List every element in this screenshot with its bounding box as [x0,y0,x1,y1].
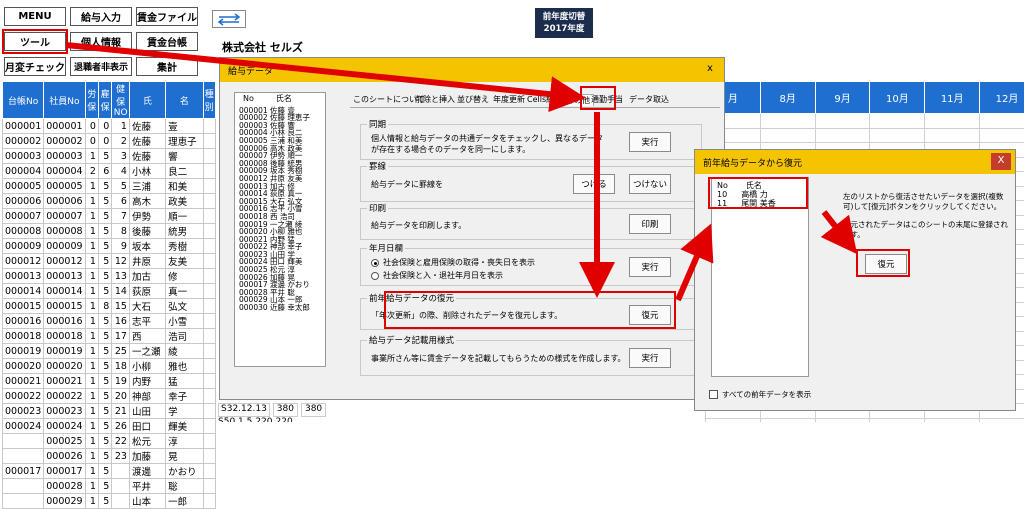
table-cell[interactable]: 1 [85,494,98,509]
table-cell[interactable]: 22 [112,434,130,449]
table-cell[interactable] [112,494,130,509]
table-row[interactable]: 0000261523加藤晃 [3,449,216,464]
table-cell[interactable]: 000029 [44,494,85,509]
annotation-arrows [0,0,1024,422]
table-cell[interactable] [3,494,44,509]
table-cell[interactable] [203,494,215,509]
table-cell[interactable] [203,434,215,449]
table-cell[interactable] [3,449,44,464]
table-cell[interactable]: 一郎 [166,494,203,509]
table-cell[interactable]: 1 [85,479,98,494]
table-cell[interactable]: 000017 [3,464,44,479]
table-cell[interactable]: 1 [85,464,98,479]
table-cell[interactable]: 5 [98,449,111,464]
table-cell[interactable]: 山本 [129,494,165,509]
table-row[interactable]: 0000251522松元淳 [3,434,216,449]
table-cell[interactable] [112,479,130,494]
table-cell[interactable] [112,464,130,479]
table-cell[interactable]: かおり [166,464,203,479]
table-cell[interactable] [203,464,215,479]
table-row[interactable]: 00002915 山本一郎 [3,494,216,509]
table-cell[interactable]: 000017 [44,464,85,479]
table-cell[interactable]: 平井 [129,479,165,494]
table-cell[interactable] [3,434,44,449]
table-cell[interactable]: 松元 [129,434,165,449]
table-cell[interactable]: 渡邊 [129,464,165,479]
table-cell[interactable]: 晃 [166,449,203,464]
arrow-restore-to-dialog [678,240,704,300]
table-cell[interactable]: 1 [85,434,98,449]
table-cell[interactable]: 000025 [44,434,85,449]
table-cell[interactable] [203,449,215,464]
table-cell[interactable]: 5 [98,464,111,479]
table-cell[interactable]: 聡 [166,479,203,494]
table-cell[interactable]: 1 [85,449,98,464]
arrow-list-to-button [824,212,846,240]
table-cell[interactable]: 5 [98,434,111,449]
table-cell[interactable]: 000026 [44,449,85,464]
table-cell[interactable] [203,479,215,494]
table-cell[interactable]: 5 [98,479,111,494]
table-cell[interactable]: 淳 [166,434,203,449]
table-cell[interactable]: 23 [112,449,130,464]
table-cell[interactable]: 000028 [44,479,85,494]
arrow-tools-to-tab [66,45,568,96]
table-cell[interactable]: 5 [98,494,111,509]
table-cell[interactable]: 加藤 [129,449,165,464]
table-row[interactable]: 00001700001715渡邊かおり [3,464,216,479]
table-cell[interactable] [3,479,44,494]
table-row[interactable]: 00002815 平井聡 [3,479,216,494]
